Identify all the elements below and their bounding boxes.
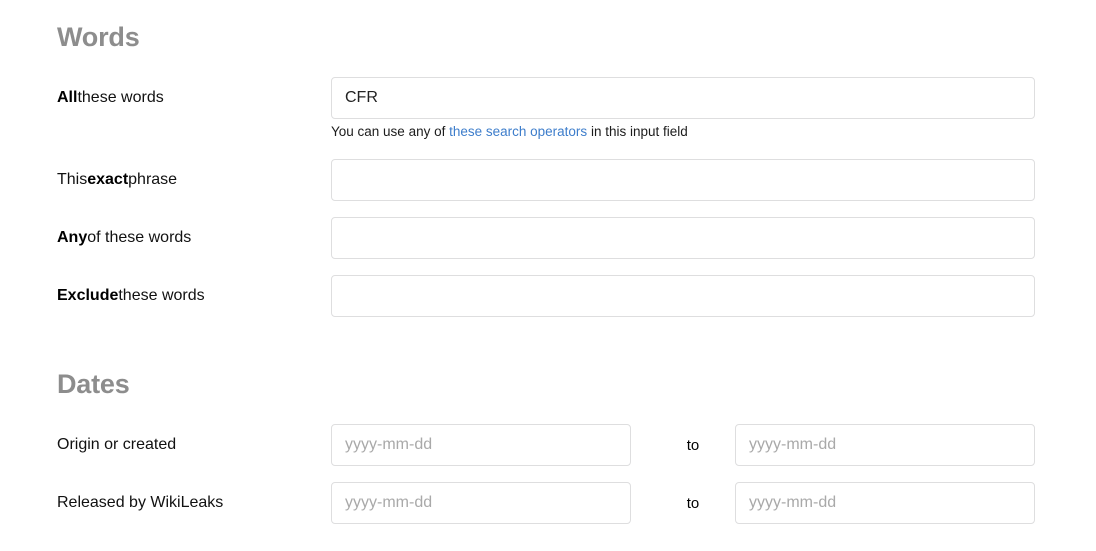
advanced-search-form: Words All these words You can use any of…	[0, 0, 1096, 551]
field-row-released-by-wikileaks: Released by WikiLeaks to	[0, 482, 1096, 524]
input-released-date-to[interactable]	[735, 482, 1035, 524]
input-all-these-words[interactable]	[331, 77, 1035, 119]
label-any-of-these-words: Any of these words	[57, 217, 191, 259]
label-exact-phrase: This exact phrase	[57, 159, 177, 201]
helper-text-suffix: in this input field	[587, 124, 688, 139]
input-origin-date-from[interactable]	[331, 424, 631, 466]
label-any-of-these-words-bold: Any	[57, 229, 88, 246]
section-heading-words: Words	[57, 22, 140, 52]
helper-text-prefix: You can use any of	[331, 124, 450, 139]
label-all-these-words-rest: these words	[77, 89, 164, 106]
label-exclude-these-words-rest: these words	[118, 287, 205, 304]
label-all-these-words-bold: All	[57, 89, 78, 106]
label-exclude-these-words: Exclude these words	[57, 275, 205, 317]
label-any-of-these-words-rest: of these words	[87, 229, 192, 246]
label-exact-phrase-pre: This	[57, 171, 88, 188]
section-heading-dates: Dates	[57, 369, 130, 399]
field-row-exact-phrase: This exact phrase	[0, 159, 1096, 201]
field-row-any-of-these-words: Any of these words	[0, 217, 1096, 259]
label-exclude-these-words-bold: Exclude	[57, 287, 119, 304]
search-operators-helper-text: You can use any of these search operator…	[331, 124, 688, 139]
search-operators-link[interactable]: these search operators	[449, 124, 587, 139]
label-released-by-wikileaks: Released by WikiLeaks	[57, 494, 224, 511]
date-separator-origin: to	[686, 436, 700, 454]
input-origin-date-to[interactable]	[735, 424, 1035, 466]
input-exact-phrase[interactable]	[331, 159, 1035, 201]
input-any-of-these-words[interactable]	[331, 217, 1035, 259]
input-released-date-from[interactable]	[331, 482, 631, 524]
field-row-origin-or-created: Origin or created to	[0, 424, 1096, 466]
field-row-exclude-these-words: Exclude these words	[0, 275, 1096, 317]
label-origin-or-created: Origin or created	[57, 436, 177, 453]
label-exact-phrase-rest: phrase	[128, 171, 178, 188]
label-all-these-words: All these words	[57, 77, 164, 119]
field-row-all-these-words: All these words	[0, 77, 1096, 119]
date-separator-released: to	[686, 494, 700, 512]
input-exclude-these-words[interactable]	[331, 275, 1035, 317]
label-exact-phrase-bold: exact	[87, 171, 129, 188]
